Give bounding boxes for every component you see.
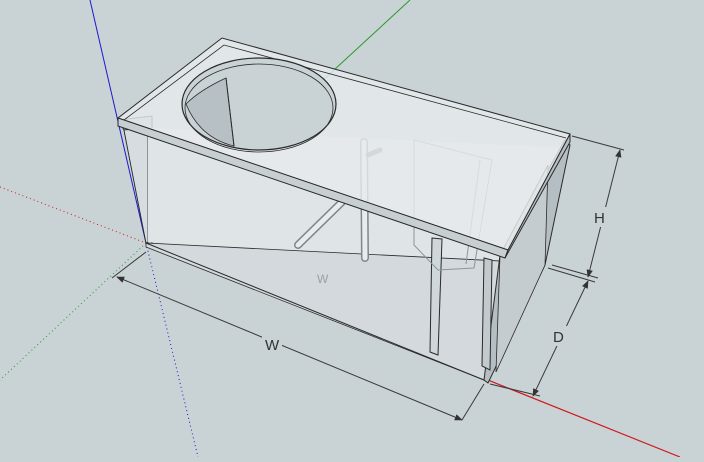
depth-label: D xyxy=(553,329,564,346)
height-label: H xyxy=(594,210,605,227)
scene-canvas[interactable]: W W H D xyxy=(0,0,704,458)
speaker-cutout[interactable] xyxy=(181,57,337,153)
left-end-panel-inner xyxy=(123,127,149,244)
blue-axis-dotted xyxy=(145,242,199,458)
green-axis-dotted xyxy=(0,242,147,381)
width-label: W xyxy=(265,337,280,354)
subwoofer-box-model[interactable]: W xyxy=(116,37,571,384)
modeling-viewport[interactable]: W W H D xyxy=(0,0,704,458)
inner-width-label: W xyxy=(317,272,329,286)
box-floor xyxy=(145,242,521,381)
port-divider-edge xyxy=(481,257,493,371)
red-axis-dotted xyxy=(0,186,147,244)
